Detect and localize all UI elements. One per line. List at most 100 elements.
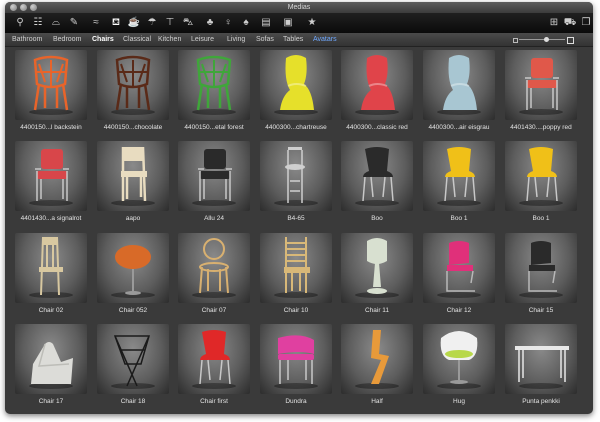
category-toolbar: ⚲ ☷ ⌓ ✎ ≈ ⛾ ☕ ☂ ⊤ ⛍ ♣ ♀ ♠ ▤ ▣ ★ ⊞ ⛟ ❐ [5, 13, 593, 33]
shelf-icon[interactable]: ☷ [31, 16, 45, 30]
media-item-label: Boo 1 [450, 215, 468, 222]
media-item-label: Chair first [200, 398, 228, 405]
tab-living[interactable]: Living [227, 33, 245, 46]
chair-image [519, 241, 563, 298]
media-item-label: 4400150...chocolate [103, 124, 163, 131]
cart-icon[interactable]: ⛟ [563, 16, 577, 30]
tab-sofas[interactable]: Sofas [256, 33, 274, 46]
media-item-label: Chair 11 [364, 307, 390, 314]
media-item-label: Chair 07 [201, 307, 227, 314]
chair-thumbnail[interactable] [97, 50, 169, 120]
chair-image [437, 147, 481, 206]
chair-thumbnail[interactable] [341, 324, 413, 394]
chair-image [355, 330, 399, 389]
chair-thumbnail[interactable] [505, 141, 577, 211]
chair-thumbnail[interactable] [423, 324, 495, 394]
chair-thumbnail[interactable] [505, 324, 577, 394]
chair-image [274, 55, 318, 115]
paintbrush-icon[interactable]: ✎ [67, 16, 81, 30]
list-icon[interactable]: ▤ [259, 16, 273, 30]
lamp-icon[interactable]: ⚲ [13, 16, 27, 30]
chair-thumbnail[interactable] [178, 233, 250, 303]
media-item-label: 4400300...chartreuse [265, 124, 327, 131]
chair-thumbnail[interactable] [341, 50, 413, 120]
media-item-label: 4400300...classic red [346, 124, 408, 131]
chair-thumbnail[interactable] [97, 233, 169, 303]
star-icon[interactable]: ★ [305, 16, 319, 30]
tab-chairs[interactable]: Chairs [92, 33, 114, 46]
chair-thumbnail[interactable] [15, 324, 87, 394]
media-item-label: 4400150...l backstein [20, 124, 82, 131]
chair-image [274, 237, 318, 298]
chair-thumbnail[interactable] [178, 141, 250, 211]
tab-kitchen[interactable]: Kitchen [158, 33, 181, 46]
chair-thumbnail[interactable] [505, 50, 577, 120]
add-icon[interactable]: ⊞ [547, 16, 561, 30]
chair-image [192, 238, 236, 298]
media-item-label: Chair 15 [528, 307, 554, 314]
chair-thumbnail[interactable] [97, 141, 169, 211]
tab-bathroom[interactable]: Bathroom [12, 33, 42, 46]
media-item-label: Punta penkki [522, 398, 560, 405]
media-item-label: Hug [453, 398, 465, 405]
image-icon[interactable]: ▣ [281, 16, 295, 30]
chair-thumbnail[interactable] [97, 324, 169, 394]
sofa-icon[interactable]: ⛾ [109, 16, 123, 30]
tab-classical[interactable]: Classical [123, 33, 151, 46]
media-item-label: 4400150...etal forest [184, 124, 244, 131]
chair-thumbnail[interactable] [15, 141, 87, 211]
cup-icon[interactable]: ☕ [127, 16, 141, 30]
chair-thumbnail[interactable] [341, 141, 413, 211]
media-item-label: Half [371, 398, 383, 405]
tab-avatars[interactable]: Avatars [313, 33, 337, 46]
media-item-label: Dundra [285, 398, 307, 405]
chair-image [111, 245, 155, 298]
umbrella-icon[interactable]: ☂ [145, 16, 159, 30]
title-bar: Medias [5, 2, 593, 13]
large-thumb-icon [567, 37, 574, 44]
tab-tables[interactable]: Tables [283, 33, 303, 46]
zoom-slider-knob[interactable] [544, 37, 550, 42]
chair-image [192, 55, 236, 115]
medias-window: Medias ⚲ ☷ ⌓ ✎ ≈ ⛾ ☕ ☂ ⊤ ⛍ ♣ ♀ ♠ ▤ ▣ ★ ⊞ ⛟ ❐ Bathroom Bedro… [5, 2, 593, 414]
media-item-label: Chair 17 [38, 398, 64, 405]
tree-icon[interactable]: ♠ [239, 16, 253, 30]
chair-thumbnail[interactable] [15, 233, 87, 303]
chair-thumbnail[interactable] [423, 50, 495, 120]
lines-icon[interactable]: ≈ [89, 16, 103, 30]
chair-image [192, 149, 236, 206]
chair-thumbnail[interactable] [505, 233, 577, 303]
media-grid: 4400150...l backstein 4400150...chocolat… [15, 50, 589, 410]
media-item-label: 4401430...a signalrot [20, 215, 82, 222]
media-item-label: 4400300...air eisgrau [428, 124, 490, 131]
pages-icon[interactable]: ❐ [579, 16, 593, 30]
car-icon[interactable]: ⛍ [181, 16, 195, 30]
chair-image [355, 238, 399, 298]
chair-image [519, 147, 563, 206]
chair-thumbnail[interactable] [341, 233, 413, 303]
zoom-slider-track [519, 39, 565, 40]
tab-leisure[interactable]: Leisure [191, 33, 214, 46]
chair-image [515, 346, 569, 389]
chair-thumbnail[interactable] [423, 141, 495, 211]
chair-thumbnail[interactable] [260, 233, 332, 303]
chair-thumbnail[interactable] [178, 50, 250, 120]
tab-bedroom[interactable]: Bedroom [53, 33, 81, 46]
chair-thumbnail[interactable] [260, 50, 332, 120]
zoom-slider[interactable] [513, 37, 574, 44]
chair-thumbnail[interactable] [260, 324, 332, 394]
bathtub-icon[interactable]: ⌓ [49, 16, 63, 30]
chair-image [29, 149, 73, 206]
media-item-label: B4-65 [287, 215, 305, 222]
chair-thumbnail[interactable] [15, 50, 87, 120]
leaf-icon[interactable]: ♣ [203, 16, 217, 30]
media-item-label: Chair 18 [120, 398, 146, 405]
chair-thumbnail[interactable] [260, 141, 332, 211]
chair-image [355, 147, 399, 206]
table-icon[interactable]: ⊤ [163, 16, 177, 30]
chair-thumbnail[interactable] [423, 233, 495, 303]
media-item-label: Chair 052 [118, 307, 148, 314]
chair-image [111, 335, 155, 389]
person-icon[interactable]: ♀ [221, 16, 235, 30]
chair-thumbnail[interactable] [178, 324, 250, 394]
